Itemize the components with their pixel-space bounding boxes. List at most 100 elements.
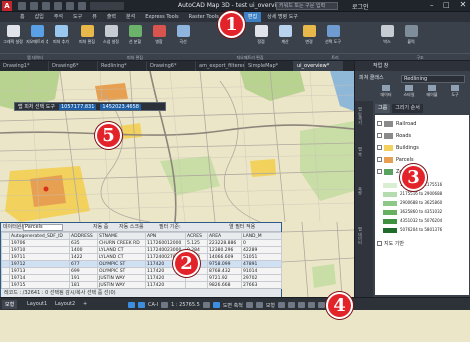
ribbon-button[interactable]: 선 분할 <box>124 25 146 51</box>
layer-item[interactable]: Parcels <box>377 155 467 166</box>
layer-visibility-checkbox[interactable] <box>377 169 382 174</box>
ribbon-tab[interactable]: 분석 <box>122 12 139 22</box>
annotation-icon[interactable] <box>288 302 296 308</box>
scale-label[interactable]: 1 : 25765.5 <box>171 302 200 308</box>
signin-link[interactable]: 로그인 <box>352 2 369 11</box>
document-tab[interactable]: Drawing6* <box>147 61 196 71</box>
layer-item[interactable]: Buildings <box>377 143 467 154</box>
task-pane-tool[interactable]: 테이블 <box>423 84 441 98</box>
layout-tab[interactable]: 모형 <box>2 300 18 309</box>
document-tab[interactable]: Redlining* <box>98 61 147 71</box>
layout-tab[interactable]: Layout1 <box>24 300 50 308</box>
ribbon-tab[interactable]: 상세 명령 도구 <box>263 12 302 22</box>
print-icon[interactable] <box>54 2 62 10</box>
layer-visibility-checkbox[interactable] <box>377 121 382 126</box>
ribbon-button[interactable]: 블럭 <box>400 25 422 51</box>
ribbon-tab[interactable]: 주석 <box>50 12 67 22</box>
ribbon-tab[interactable]: 삽입 <box>31 12 48 22</box>
column-header[interactable] <box>1 232 10 240</box>
document-tab[interactable]: ui_overview* <box>294 61 343 71</box>
table-row[interactable]: 197111422LYLAND CT1172400270000.32314066… <box>1 253 282 261</box>
column-header[interactable]: ACRES <box>185 232 208 240</box>
base-layer-item[interactable]: 지도 기반 <box>377 239 467 250</box>
customize-icon[interactable] <box>318 302 326 308</box>
task-pane-tool[interactable]: 스타일 <box>400 84 418 98</box>
ribbon-tab[interactable]: Raster Tools <box>185 12 223 22</box>
minimize-button[interactable]: – <box>430 1 434 9</box>
layer-visibility-checkbox[interactable] <box>377 145 382 150</box>
grid-icon[interactable] <box>128 302 135 308</box>
ribbon-button[interactable]: 그래픽 설정 <box>2 25 24 51</box>
map-canvas[interactable]: 맵 피처 선택 도구 1057177.831 1452023.4658 <box>0 71 354 222</box>
task-pane-subtab[interactable]: 그룹 <box>375 104 391 113</box>
auto-scroll-toggle[interactable]: 자동 스크롤 <box>119 223 144 232</box>
document-tab[interactable]: Drawing6* <box>49 61 98 71</box>
ribbon-button[interactable]: 피처 편집 <box>76 25 98 51</box>
apply-filter-button[interactable]: 열 필터 적용 <box>229 223 255 232</box>
layout-tab[interactable]: Layout2 <box>52 300 78 308</box>
document-tab[interactable]: am_export_filtered_parcels* <box>196 61 245 71</box>
table-row[interactable]: 19713 699 OLYMPIC ST 117420 8768.432 91014 <box>1 267 282 275</box>
column-header[interactable]: STNAME <box>97 232 146 240</box>
document-tab[interactable]: SimpleMap* <box>245 61 294 71</box>
layer-visibility-checkbox[interactable] <box>377 133 382 138</box>
osnap-icon[interactable] <box>212 302 220 308</box>
workspace-dropdown[interactable] <box>90 2 124 10</box>
isolate-icon[interactable] <box>298 302 306 308</box>
fullscreen-icon[interactable] <box>308 302 316 308</box>
layer-visibility-checkbox[interactable] <box>377 241 382 246</box>
table-row[interactable]: 19714 191 JUSTIN WAY 117420 9721.92 29702 <box>1 274 282 282</box>
ribbon-tab[interactable]: 출력 <box>103 12 120 22</box>
coordinate-system-label[interactable]: CA-I <box>148 302 158 308</box>
transparency-icon[interactable] <box>255 302 263 308</box>
map-canvas-lower[interactable] <box>281 221 355 298</box>
table-row[interactable]: 19710 1400 LYLAND CT 117240023000 0.284 12380… <box>1 246 282 254</box>
layer-item[interactable]: Roads <box>377 131 467 142</box>
feature-class-select[interactable]: Redlining <box>401 75 465 83</box>
task-pane-tool[interactable]: 도구 <box>446 84 464 98</box>
ribbon-button[interactable]: 병합 <box>148 25 170 51</box>
auto-zoom-toggle[interactable]: 자동 줌 <box>93 223 108 232</box>
task-pane-subtab[interactable]: 그리기 순서 <box>392 104 423 113</box>
ribbon-tab[interactable]: 도구 <box>69 12 86 22</box>
saveas-icon[interactable] <box>42 2 50 10</box>
ribbon-button[interactable]: 지오메트리 추가 <box>26 25 48 51</box>
ribbon-button[interactable]: 스냅 설정 <box>100 25 122 51</box>
ribbon-tab[interactable]: 뷰 <box>88 12 101 22</box>
task-pane-tool[interactable]: 데이터 <box>377 84 395 98</box>
ribbon-button[interactable]: 곡선 <box>172 25 194 51</box>
open-icon[interactable] <box>18 2 26 10</box>
ribbon-button[interactable]: 정점 <box>250 25 272 51</box>
model-mode-label[interactable]: 모형 <box>266 302 275 309</box>
maximize-button[interactable]: □ <box>443 1 450 9</box>
drawing-scale-label[interactable]: 도면 축척 <box>223 302 243 309</box>
polar-icon[interactable] <box>202 302 210 308</box>
document-tab[interactable]: Drawing1* <box>0 61 49 71</box>
ribbon-tab[interactable]: 홈 <box>16 12 29 22</box>
table-row[interactable]: 19706 635 CHURN CREEK RD 117260012000 5.125 2… <box>1 239 282 247</box>
redo-icon[interactable] <box>78 2 86 10</box>
close-button[interactable]: ✕ <box>456 0 470 12</box>
snap-mode-icon[interactable] <box>138 302 145 308</box>
ortho-icon[interactable] <box>161 302 169 308</box>
ribbon-button[interactable]: 선택 도구 <box>322 25 344 51</box>
data-source-select[interactable]: Parcels <box>23 224 63 231</box>
app-logo[interactable]: A <box>2 1 12 11</box>
column-header[interactable]: Autogenerated_SDF_ID <box>9 232 70 240</box>
ribbon-button[interactable]: 변경 <box>298 25 320 51</box>
column-header[interactable]: ADDRESS <box>69 232 98 240</box>
column-header[interactable]: LAND_M <box>241 232 282 240</box>
layer-visibility-checkbox[interactable] <box>377 157 382 162</box>
column-header[interactable]: APN <box>145 232 186 240</box>
ribbon-tab[interactable]: 편집 <box>243 12 262 22</box>
table-row[interactable]: 19712 677 OLYMPIC ST 117420 9758.099 47891 <box>1 260 282 268</box>
ribbon-button[interactable]: 박스 <box>376 25 398 51</box>
ribbon-button[interactable]: 계산 <box>274 25 296 51</box>
workspace-icon[interactable] <box>278 302 286 308</box>
ribbon-tab[interactable]: Express Tools <box>141 12 182 22</box>
side-tab[interactable]: 맵 탐색기 <box>357 107 363 124</box>
side-tab[interactable]: 측량 <box>357 187 363 195</box>
save-icon[interactable] <box>30 2 38 10</box>
column-header[interactable]: AREA <box>207 232 242 240</box>
side-tab[interactable]: 맵 북 <box>357 147 363 156</box>
